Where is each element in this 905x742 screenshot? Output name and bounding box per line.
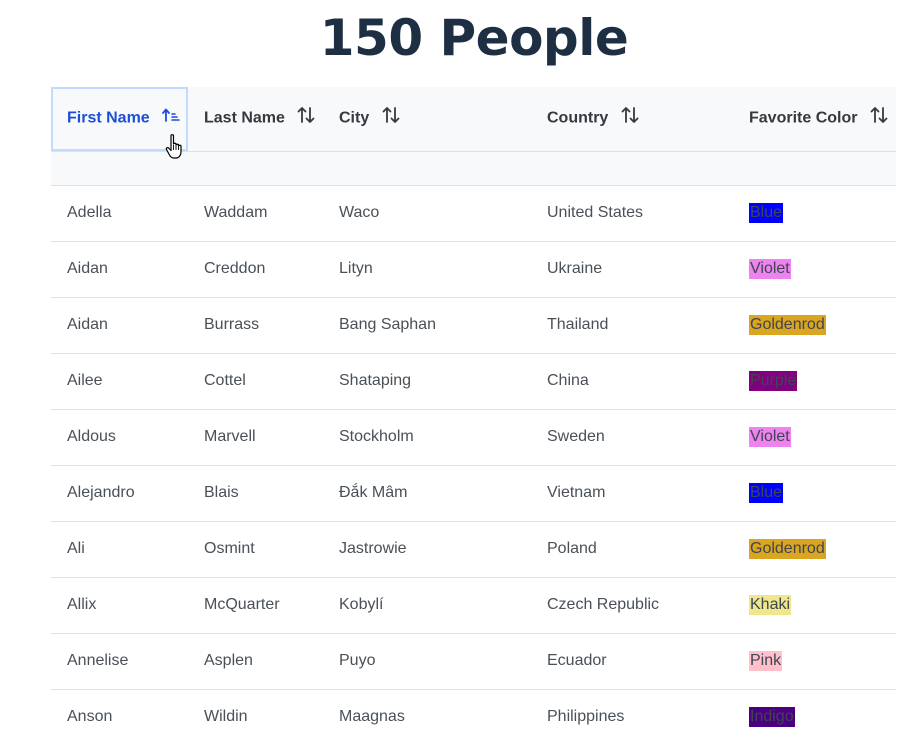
table-row: Anson Wildin Maagnas Philippines Indigo [51,689,896,742]
people-table: First Name Last Name City Country Favori… [51,87,896,742]
column-header-last-name[interactable]: Last Name [188,87,323,152]
country-cell: China [531,353,733,410]
color-swatch-label: Goldenrod [749,315,826,335]
favorite-color-cell: Violet [733,409,896,466]
last-name-cell: Cottel [188,353,323,410]
favorite-color-cell: Blue [733,185,896,242]
first-name-cell: Aldous [51,409,188,466]
column-header-city[interactable]: City [323,87,531,152]
country-cell: Vietnam [531,465,733,522]
sort-arrows-icon[interactable] [621,106,639,129]
last-name-cell: Osmint [188,521,323,578]
city-cell: Maagnas [323,689,531,742]
favorite-color-cell: Purple [733,353,896,410]
last-name-cell: Blais [188,465,323,522]
color-swatch-label: Purple [749,371,798,391]
table-row: Ali Osmint Jastrowie Poland Goldenrod [51,521,896,578]
favorite-color-cell: Indigo [733,689,896,742]
city-cell: Bang Saphan [323,297,531,354]
country-cell: Czech Republic [531,577,733,634]
people-table-container: First Name Last Name City Country Favori… [51,87,896,742]
sort-arrows-icon[interactable] [870,106,888,129]
last-name-cell: Wildin [188,689,323,742]
table-row: Annelise Asplen Puyo Ecuador Pink [51,633,896,690]
table-body: Adella Waddam Waco United States Blue Aidan Cr… [51,185,896,742]
first-name-cell: Aidan [51,241,188,298]
last-name-cell: Burrass [188,297,323,354]
favorite-color-cell: Pink [733,633,896,690]
first-name-cell: Alejandro [51,465,188,522]
first-name-cell: Adella [51,185,188,242]
table-row: Allix McQuarter Kobylí Czech Republic Khaki [51,577,896,634]
country-cell: United States [531,185,733,242]
table-row: Aidan Creddon Lityn Ukraine Violet [51,241,896,298]
city-cell: Lityn [323,241,531,298]
table-row: Aidan Burrass Bang Saphan Thailand Goldenrod [51,297,896,354]
sort-arrows-icon[interactable] [297,106,315,129]
favorite-color-cell: Violet [733,241,896,298]
first-name-cell: Anson [51,689,188,742]
country-cell: Ukraine [531,241,733,298]
last-name-cell: Asplen [188,633,323,690]
country-cell: Ecuador [531,633,733,690]
column-header-favorite-color[interactable]: Favorite Color [733,87,896,152]
color-swatch-label: Indigo [749,707,795,727]
color-swatch-label: Blue [749,483,784,503]
sort-arrows-icon[interactable] [382,106,400,129]
favorite-color-cell: Goldenrod [733,297,896,354]
first-name-cell: Allix [51,577,188,634]
column-header-label: Favorite Color [749,109,858,127]
column-header-label: Country [547,109,609,127]
table-row: Alejandro Blais Đắk Mâm Vietnam Blue [51,465,896,522]
favorite-color-cell: Goldenrod [733,521,896,578]
color-swatch-label: Violet [749,427,791,447]
color-swatch-label: Goldenrod [749,539,826,559]
city-cell: Kobylí [323,577,531,634]
filter-cell [531,151,733,186]
country-cell: Poland [531,521,733,578]
table-row: Adella Waddam Waco United States Blue [51,185,896,242]
table-row: Ailee Cottel Shataping China Purple [51,353,896,410]
city-cell: Waco [323,185,531,242]
last-name-cell: Creddon [188,241,323,298]
city-cell: Shataping [323,353,531,410]
color-swatch-label: Violet [749,259,791,279]
first-name-cell: Aidan [51,297,188,354]
table-row: Aldous Marvell Stockholm Sweden Violet [51,409,896,466]
city-cell: Jastrowie [323,521,531,578]
color-swatch-label: Blue [749,203,784,223]
favorite-color-cell: Khaki [733,577,896,634]
sort-amount-up-icon[interactable] [162,107,180,128]
first-name-cell: Annelise [51,633,188,690]
column-header-country[interactable]: Country [531,87,733,152]
country-cell: Thailand [531,297,733,354]
first-name-cell: Ali [51,521,188,578]
column-header-label: Last Name [204,109,285,127]
last-name-cell: Waddam [188,185,323,242]
city-cell: Puyo [323,633,531,690]
hand-pointer-cursor-icon [165,134,182,159]
favorite-color-cell: Blue [733,465,896,522]
column-header-label: First Name [67,109,150,127]
city-cell: Stockholm [323,409,531,466]
filter-cell [188,151,323,186]
last-name-cell: Marvell [188,409,323,466]
page-title: 150 People [319,9,629,67]
city-cell: Đắk Mâm [323,465,531,522]
country-cell: Sweden [531,409,733,466]
color-swatch-label: Khaki [749,595,792,615]
first-name-cell: Ailee [51,353,188,410]
color-swatch-label: Pink [749,651,783,671]
filter-cell [733,151,896,186]
filter-cell [323,151,531,186]
last-name-cell: McQuarter [188,577,323,634]
column-header-label: City [339,109,370,127]
country-cell: Philippines [531,689,733,742]
